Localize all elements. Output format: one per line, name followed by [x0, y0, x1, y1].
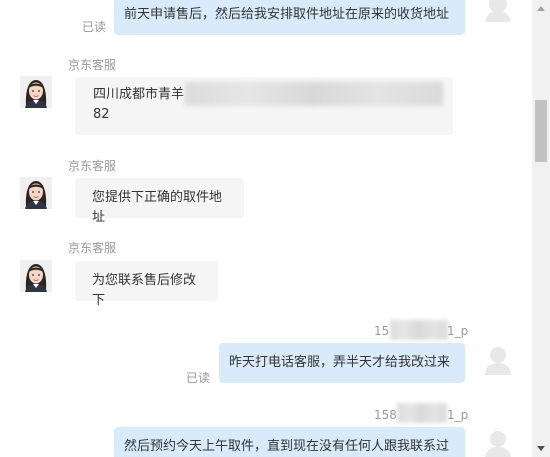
user-avatar-icon — [485, 431, 511, 457]
female-agent-avatar-icon — [20, 76, 52, 108]
sender-name-suffix: 1_p — [447, 408, 469, 422]
redacted-sender-name — [397, 403, 447, 423]
outgoing-message-bubble: 然后预约今天上午取件，直到现在没有任何人跟我联系过 — [114, 427, 465, 457]
sender-name-prefix: 158 — [374, 408, 397, 422]
incoming-message-bubble: 您提供下正确的取件地址 — [75, 178, 244, 225]
message-text: 然后预约今天上午取件，直到现在没有任何人跟我联系过 — [124, 439, 450, 454]
triangle-down-icon — [537, 446, 545, 451]
chat-message-list: 前天申请售后，然后给我安排取件地址在原来的收货地址 已读 京东客服 四川成都市青… — [0, 0, 532, 457]
scroll-down-button[interactable] — [532, 440, 550, 457]
sender-name: 京东客服 — [68, 159, 117, 173]
sender-name: 15 — [374, 324, 389, 338]
vertical-scrollbar[interactable] — [532, 0, 550, 457]
redacted-address — [185, 82, 443, 106]
scroll-up-button[interactable] — [532, 0, 550, 17]
user-avatar[interactable] — [482, 0, 514, 22]
agent-avatar[interactable] — [20, 260, 52, 292]
sender-name: 1_p — [447, 408, 468, 422]
message-text: 昨天打电话客服，弄半天才给我改过来 — [229, 355, 451, 370]
outgoing-message-bubble: 昨天打电话客服，弄半天才给我改过来 — [219, 343, 465, 383]
sender-name: 京东客服 — [68, 241, 117, 255]
user-avatar-icon — [485, 347, 511, 375]
sender-name-prefix: 15 — [374, 324, 390, 338]
sender-name: 1_p — [447, 324, 468, 338]
female-agent-avatar-icon — [20, 260, 52, 292]
sender-name-suffix: 1_p — [447, 324, 469, 338]
incoming-message-bubble: 为您联系售后修改下 — [75, 261, 218, 308]
agent-avatar[interactable] — [20, 177, 52, 209]
outgoing-message-bubble: 前天申请售后，然后给我安排取件地址在原来的收货地址 — [114, 0, 465, 35]
user-avatar[interactable] — [482, 427, 514, 457]
scrollbar-thumb[interactable] — [535, 100, 547, 162]
female-agent-avatar-icon — [20, 177, 52, 209]
triangle-up-icon — [537, 6, 545, 11]
read-status: 已读 — [82, 20, 107, 34]
sender-name: 京东客服 — [68, 58, 117, 72]
user-avatar[interactable] — [482, 343, 514, 375]
sender-name: 158 — [374, 408, 397, 422]
agent-avatar[interactable] — [20, 76, 52, 108]
message-text: 前天申请售后，然后给我安排取件地址在原来的收货地址 — [124, 7, 450, 22]
message-text: 为您联系售后修改下 — [92, 273, 197, 308]
read-status: 已读 — [186, 371, 211, 385]
user-avatar-icon — [485, 0, 511, 22]
redacted-sender-name — [390, 320, 448, 340]
message-text: 您提供下正确的取件地址 — [92, 190, 223, 225]
message-text-line: 82 — [93, 107, 110, 122]
